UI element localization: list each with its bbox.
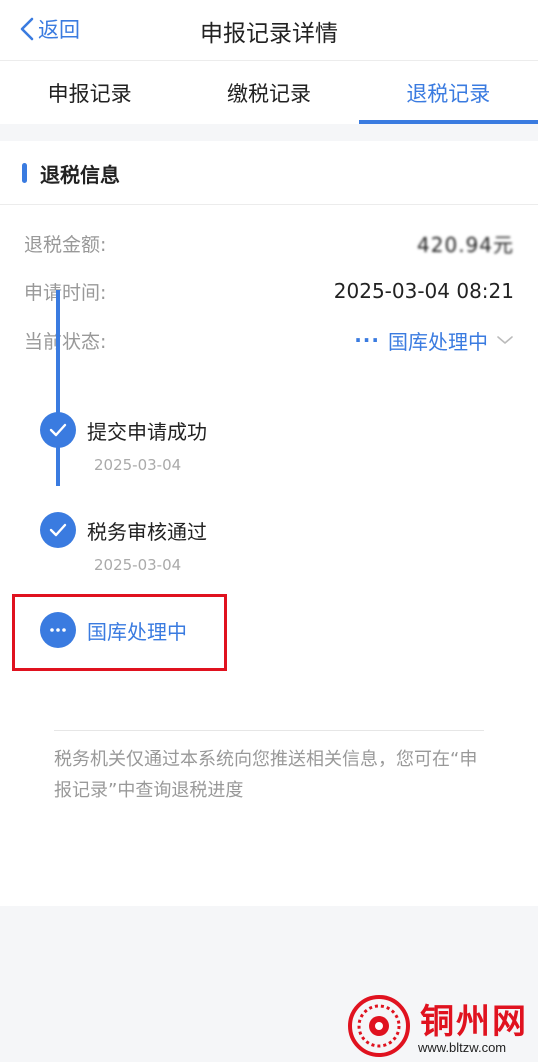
apply-time-value: 2025-03-04 08:21 xyxy=(333,279,514,303)
current-status-row: 当前状态: ··· 国库处理中 xyxy=(24,324,514,356)
tab-tax-payment-records[interactable]: 缴税记录 xyxy=(179,61,358,124)
page-title: 申报记录详情 xyxy=(200,21,338,47)
watermark-url: www.bltzw.com xyxy=(418,1040,507,1055)
divider xyxy=(54,730,484,731)
watermark-logo xyxy=(348,995,410,1057)
section-title: 退税信息 xyxy=(40,163,120,187)
refund-amount-label: 退税金额: xyxy=(24,233,107,256)
tab-declaration-records[interactable]: 申报记录 xyxy=(0,61,179,124)
timeline-step-date: 2025-03-04 xyxy=(94,556,182,574)
chevron-down-icon xyxy=(497,336,513,344)
check-icon xyxy=(40,512,76,548)
timeline-step-title: 税务审核通过 xyxy=(87,520,207,544)
apply-time-row: 申请时间: 2025-03-04 08:21 xyxy=(24,275,514,307)
apply-time-label: 申请时间: xyxy=(24,281,107,304)
notice-text: 税务机关仅通过本系统向您推送相关信息，您可在“申报记录”中查询退税进度 xyxy=(54,749,478,801)
section-accent-bar xyxy=(22,163,27,183)
more-dots-icon: ··· xyxy=(354,328,380,352)
timeline-line xyxy=(56,290,60,486)
tab-tax-refund-records[interactable]: 退税记录 xyxy=(358,61,538,124)
highlight-box xyxy=(12,594,227,671)
check-icon xyxy=(40,412,76,448)
section-header: 退税信息 xyxy=(0,141,538,205)
status-value: 国库处理中 xyxy=(388,329,488,354)
tab-bar: 申报记录 缴税记录 退税记录 xyxy=(0,60,538,124)
refund-amount-value: 420.94元 xyxy=(417,232,514,257)
timeline-step-date: 2025-03-04 xyxy=(94,456,182,474)
refund-amount-row: 退税金额: 420.94元 xyxy=(24,227,514,259)
watermark-title: 铜州网 xyxy=(420,1002,528,1042)
timeline-step-title: 提交申请成功 xyxy=(87,420,207,444)
navbar: 返回 申报记录详情 xyxy=(0,0,538,60)
status-dropdown[interactable]: ··· 国库处理中 xyxy=(354,326,514,355)
current-status-label: 当前状态: xyxy=(24,330,107,353)
